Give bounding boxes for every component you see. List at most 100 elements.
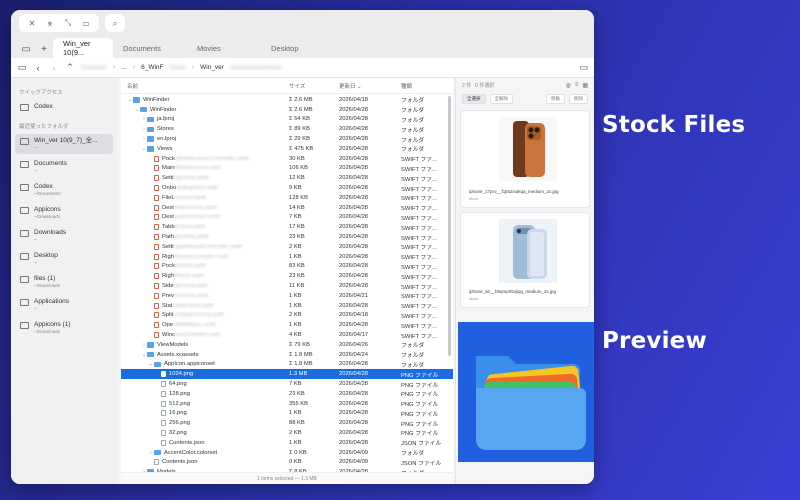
table-row[interactable]: ⌄ WinFinder Σ 2.6 MB 2026/04/28 フォルダ xyxy=(121,105,453,115)
swift-file-icon xyxy=(154,175,159,182)
table-row[interactable]: Path BarView.swift 23 KB 2026/04/28 SWIFT ファ… xyxy=(121,232,453,242)
table-row[interactable]: 32.png 2 KB 2026/04/28 PNG ファイル xyxy=(121,428,453,438)
sidebar-item-appicons-1[interactable]: Appicons (1) ~/Downloads xyxy=(15,318,113,338)
table-row[interactable]: Onbo ardingView.swift 9 KB 2026/04/28 SWIFT … xyxy=(121,183,453,193)
sidebar-icon[interactable]: ▭ xyxy=(17,62,27,73)
stock-card[interactable]: iphone_air__b5qmp05vjiqq_medium_2x.jpg s… xyxy=(460,212,590,308)
tab-win-ver[interactable]: Win_ver 10(9... xyxy=(53,38,113,58)
sidebar-item-desktop[interactable]: Desktop ~ xyxy=(15,249,113,269)
delete-button[interactable]: 削除 xyxy=(569,94,588,104)
table-row[interactable]: Pock etView.swift 83 KB 2026/04/28 SWIFT ファ.… xyxy=(121,262,453,272)
table-row[interactable]: Side barView.swift 11 KB 2026/04/28 SWIFT ファ… xyxy=(121,281,453,291)
file-name: en.lproj xyxy=(157,136,177,143)
sidebar-toggle-icon[interactable]: ▭ xyxy=(80,17,92,29)
file-date: 2026/04/28 xyxy=(339,136,369,143)
swift-file-icon xyxy=(154,243,159,250)
file-name: 512.png xyxy=(169,400,190,407)
table-row[interactable]: › ja.lproj Σ 54 KB 2026/04/28 フォルダ xyxy=(121,115,453,125)
sidebar-item-codex-docs[interactable]: Codex ~/Documents xyxy=(15,180,113,200)
table-row[interactable]: Setti ngsView.swift 12 KB 2026/04/28 SWIFT フ… xyxy=(121,173,453,183)
tab-desktop[interactable]: Desktop xyxy=(261,38,335,58)
sidebar-item-documents[interactable]: Documents ~ xyxy=(15,157,113,177)
tab-movies[interactable]: Movies xyxy=(187,38,261,58)
table-row[interactable]: Righ tPanel.swift 23 KB 2026/04/28 SWIFT ファ.… xyxy=(121,271,453,281)
sidebar-item-win-ver[interactable]: Win_ver 10(9_7)_全... ~ xyxy=(15,134,113,154)
sort-icon[interactable]: ◍ xyxy=(566,82,571,89)
file-name: Views xyxy=(157,145,173,152)
table-row[interactable]: Righ tPanelController.swift 1 KB 2026/04/28… xyxy=(121,252,453,262)
sidebar-item-codex[interactable]: Codex xyxy=(15,100,113,114)
move-button[interactable]: 移動 xyxy=(546,94,565,104)
table-row[interactable]: Dest inationView.swift 14 KB 2026/04/28 SWIF… xyxy=(121,203,453,213)
path-bar: ▭ ‹ › ⌃ xxxxxxxx › ... › 6_WinF xxxxx › W… xyxy=(11,58,594,78)
status-bar: 1 items selected — 1.3 MB xyxy=(121,472,453,484)
table-row[interactable]: 16.png 1 KB 2026/04/28 PNG ファイル xyxy=(121,409,453,419)
table-row[interactable]: 128.png 23 KB 2026/04/28 PNG ファイル xyxy=(121,389,453,399)
table-row[interactable]: Ope nWithMenu.swift 1 KB 2026/04/28 SWIFT ファ… xyxy=(121,320,453,330)
resize-icon[interactable]: ⤡ xyxy=(62,17,74,29)
table-row[interactable]: ⌄ Views Σ 475 KB 2026/04/28 フォルダ xyxy=(121,144,453,154)
table-row[interactable]: › Stores Σ 89 KB 2026/04/28 フォルダ xyxy=(121,124,453,134)
breadcrumb-item[interactable]: 6_WinF xyxy=(141,64,163,71)
table-row[interactable]: ⌄ Assets.xcassets Σ 1.8 MB 2026/04/24 フォルダ xyxy=(121,350,453,360)
table-row[interactable]: › AccentColor.colorset Σ 0 KB 2026/04/09 フォル… xyxy=(121,448,453,458)
column-date[interactable]: 更新日 ⌄ xyxy=(339,82,401,90)
tab-documents[interactable]: Documents xyxy=(113,38,187,58)
file-kind: SWIFT ファ... xyxy=(401,176,437,183)
grid-view-icon[interactable]: ▦ xyxy=(582,82,588,89)
vertical-scrollbar[interactable] xyxy=(448,96,451,356)
table-row[interactable]: ⌄ AppIcon.appiconset Σ 1.8 MB 2026/04/28 フォル… xyxy=(121,360,453,370)
sidebar-item-applications[interactable]: Applications ~ xyxy=(15,295,113,315)
column-kind[interactable]: 種類 xyxy=(401,82,447,90)
forward-icon[interactable]: › xyxy=(49,63,59,73)
table-row[interactable]: ⌄ WinFinder Σ 2.6 MB 2026/04/18 フォルダ xyxy=(121,95,453,105)
stock-card[interactable]: iphone_17pro__f1jt62ixakqa_medium_2x.jpg… xyxy=(460,110,590,208)
table-row[interactable]: Contents.json 1 KB 2026/04/28 JSON ファイル xyxy=(121,438,453,448)
table-row[interactable]: Setti ngsWindowController.swift 2 KB 2026/0… xyxy=(121,242,453,252)
file-name-hidden: usBarView.swift xyxy=(172,302,213,309)
panel-toggle-icon[interactable]: ▭ xyxy=(579,62,588,73)
table-row[interactable]: Stat usBarView.swift 1 KB 2026/04/28 SWIFT フ… xyxy=(121,301,453,311)
table-row[interactable]: 1024.png 1.3 MB 2026/04/28 PNG ファイル xyxy=(121,369,453,380)
folder-icon[interactable]: ▭ xyxy=(17,40,35,58)
up-icon[interactable]: ⌃ xyxy=(65,62,75,73)
sidebar-item-downloads[interactable]: Downloads ~ xyxy=(15,226,113,246)
table-row[interactable]: Split ContainerView.swift 2 KB 2026/04/18 SW… xyxy=(121,311,453,321)
search-icon[interactable]: ⌕ xyxy=(105,14,125,32)
deselect-all-button[interactable]: 全解除 xyxy=(489,94,513,104)
table-row[interactable]: Tabb arView.swift 17 KB 2026/04/28 SWIFT ファ.… xyxy=(121,222,453,232)
new-tab-plus-icon[interactable]: + xyxy=(35,40,53,58)
list-view-icon[interactable]: ≡ xyxy=(575,82,579,89)
png-file-icon xyxy=(161,410,166,417)
table-row[interactable]: 64.png 7 KB 2026/04/28 PNG ファイル xyxy=(121,379,453,389)
sidebar-item-appicons[interactable]: Appicons ~/Downloads xyxy=(15,203,113,223)
close-icon[interactable]: ✕ xyxy=(26,17,38,29)
column-name[interactable]: 名前 xyxy=(121,82,289,90)
file-name: Contents.json xyxy=(162,459,198,466)
table-row[interactable]: Pock etFileBrowserController.swift 30 KB 20… xyxy=(121,154,453,164)
breadcrumb-item[interactable]: Win_ver xyxy=(200,64,224,71)
minimize-icon[interactable]: ⌆ xyxy=(44,17,56,29)
file-date: 2026/04/28 xyxy=(339,204,369,211)
sidebar-item-files[interactable]: files (1) ~/Downloads xyxy=(15,272,113,292)
item-count: 2 件 xyxy=(462,82,472,89)
breadcrumb-item[interactable]: ... xyxy=(121,64,126,71)
file-date: 2026/04/28 xyxy=(339,243,369,250)
table-row[interactable]: Dest inationPicker.swift 7 KB 2026/04/28 SWI… xyxy=(121,213,453,223)
table-row[interactable]: › en.lproj Σ 29 KB 2026/04/28 フォルダ xyxy=(121,134,453,144)
file-size: 2 KB xyxy=(289,243,302,250)
table-row[interactable]: › ViewModels Σ 79 KB 2026/04/26 フォルダ xyxy=(121,340,453,350)
table-row[interactable]: Winc owController.swift 4 KB 2026/04/17 SWIF… xyxy=(121,330,453,340)
table-row[interactable]: FileL istView.swift 128 KB 2026/04/28 SWIFT … xyxy=(121,193,453,203)
file-date: 2026/04/28 xyxy=(339,283,369,290)
table-row[interactable]: 256.png 88 KB 2026/04/28 PNG ファイル xyxy=(121,418,453,428)
file-size: Σ 1.8 MB xyxy=(289,361,313,368)
table-row[interactable]: 512.png 355 KB 2026/04/28 PNG ファイル xyxy=(121,399,453,409)
file-size: Σ 2.6 MB xyxy=(289,106,313,113)
table-row[interactable]: Main WindowView.swift 106 KB 2026/04/28 SWIF… xyxy=(121,164,453,174)
select-all-button[interactable]: 全選択 xyxy=(462,94,486,104)
table-row[interactable]: Contents.json 0 KB 2026/04/09 JSON ファイル xyxy=(121,457,453,467)
back-icon[interactable]: ‹ xyxy=(33,63,43,73)
column-size[interactable]: サイズ xyxy=(289,82,339,90)
table-row[interactable]: Prev iewView.swift 1 KB 2026/04/21 SWIFT ファ.… xyxy=(121,291,453,301)
